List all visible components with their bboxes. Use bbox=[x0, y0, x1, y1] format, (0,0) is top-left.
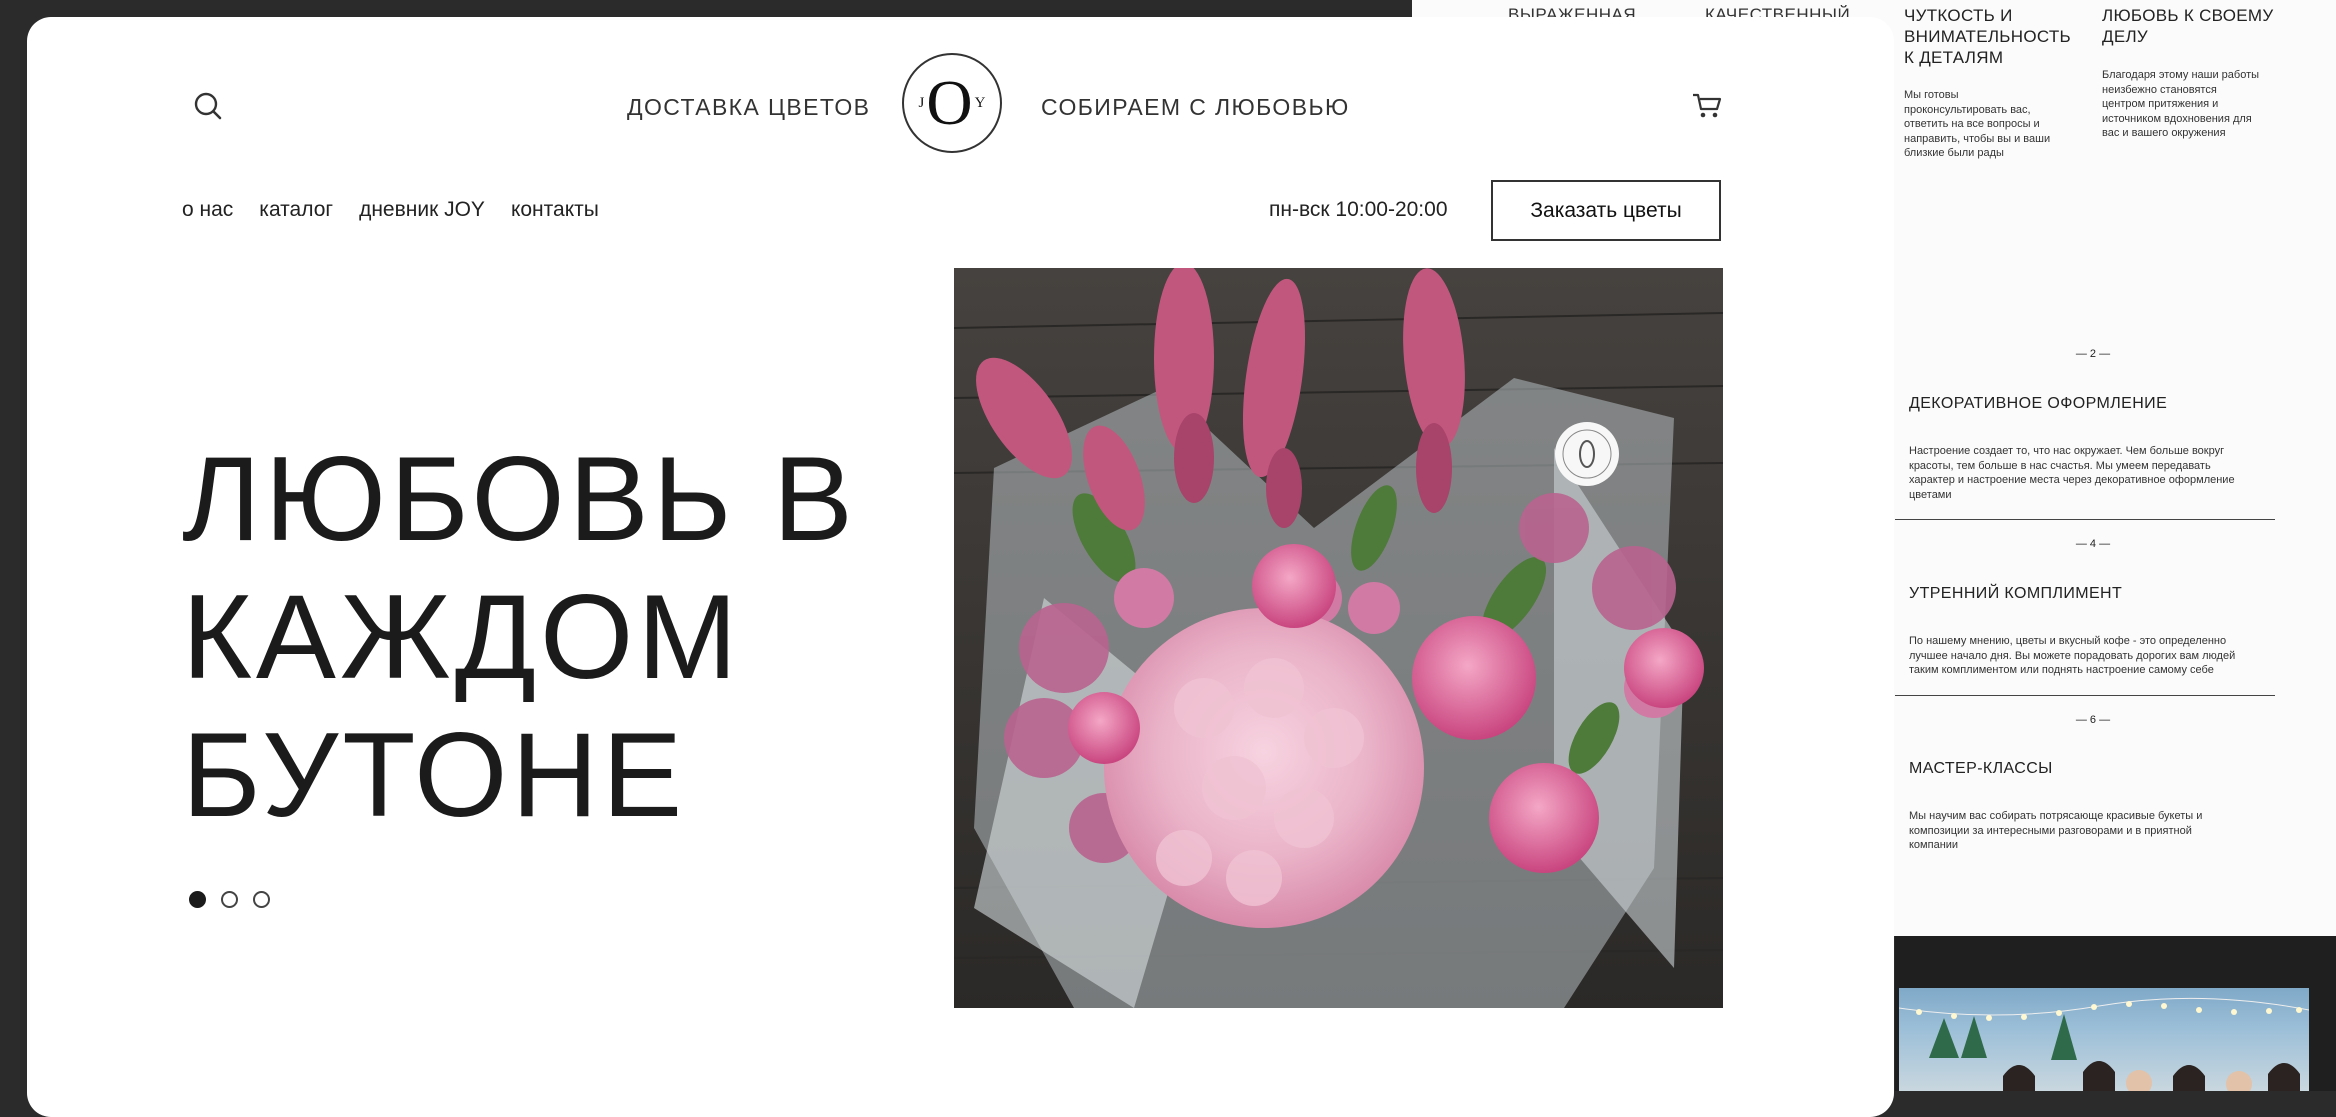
feature-column: ЛЮБОВЬ К СВОЕМУ ДЕЛУ Благодаря этому наш… bbox=[2102, 5, 2292, 141]
feature-text: Благодаря этому наши работы неизбежно ст… bbox=[2102, 69, 2260, 139]
main-nav: о нас каталог дневник JOY контакты bbox=[182, 198, 599, 222]
section-divider bbox=[1895, 519, 2275, 520]
section-title: МАСТЕР-КЛАССЫ bbox=[1909, 760, 2053, 777]
section-title: ДЕКОРАТИВНОЕ ОФОРМЛЕНИЕ bbox=[1909, 395, 2168, 412]
nav-diary[interactable]: дневник JOY bbox=[359, 198, 485, 222]
section-text: Мы научим вас собирать потрясающе красив… bbox=[1909, 810, 2203, 851]
section-title: УТРЕННИЙ КОМПЛИМЕНТ bbox=[1909, 585, 2123, 602]
bouquet-image bbox=[954, 268, 1723, 1008]
order-flowers-button[interactable]: Заказать цветы bbox=[1491, 180, 1721, 241]
section-number: — 6 — bbox=[2075, 714, 2111, 726]
feature-column: ЧУТКОСТЬ И ВНИМАТЕЛЬНОСТЬ К ДЕТАЛЯМ Мы г… bbox=[1904, 5, 2084, 161]
cart-icon[interactable] bbox=[1691, 92, 1723, 120]
nav-catalog[interactable]: каталог bbox=[259, 198, 333, 222]
section-number: — 2 — bbox=[2075, 348, 2111, 360]
tagline-with-love: СОБИРАЕМ С ЛЮБОВЬЮ bbox=[1041, 94, 1350, 120]
section-number: — 4 — bbox=[2075, 538, 2111, 550]
section-text: По нашему мнению, цветы и вкусный кофе -… bbox=[1909, 635, 2236, 676]
slider-dot[interactable] bbox=[189, 891, 206, 908]
hero-title: ЛЮБОВЬ В КАЖДОМ БУТОНЕ bbox=[182, 432, 857, 842]
nav-about[interactable]: о нас bbox=[182, 198, 233, 222]
working-hours: пн-вск 10:00-20:00 bbox=[1269, 198, 1448, 221]
nav-contacts[interactable]: контакты bbox=[511, 198, 599, 222]
brand-logo[interactable]: J O Y bbox=[902, 53, 1002, 153]
tagline-delivery: ДОСТАВКА ЦВЕТОВ bbox=[627, 94, 871, 120]
slider-dot[interactable] bbox=[221, 891, 238, 908]
section-divider bbox=[1895, 695, 2275, 696]
section-text: Настроение создает то, что нас окружает.… bbox=[1909, 445, 2235, 501]
search-icon[interactable] bbox=[193, 91, 223, 121]
slider-dot[interactable] bbox=[253, 891, 270, 908]
feature-title: ЧУТКОСТЬ И ВНИМАТЕЛЬНОСТЬ К ДЕТАЛЯМ bbox=[1904, 6, 2071, 67]
party-photo bbox=[1899, 988, 2309, 1091]
logo-letter: J bbox=[918, 94, 925, 111]
logo-letter: Y bbox=[974, 94, 986, 111]
feature-text: Мы готовы проконсультировать вас, ответи… bbox=[1904, 89, 2051, 159]
logo-letter: O bbox=[926, 67, 973, 138]
feature-title: ЛЮБОВЬ К СВОЕМУ ДЕЛУ bbox=[2102, 6, 2274, 46]
